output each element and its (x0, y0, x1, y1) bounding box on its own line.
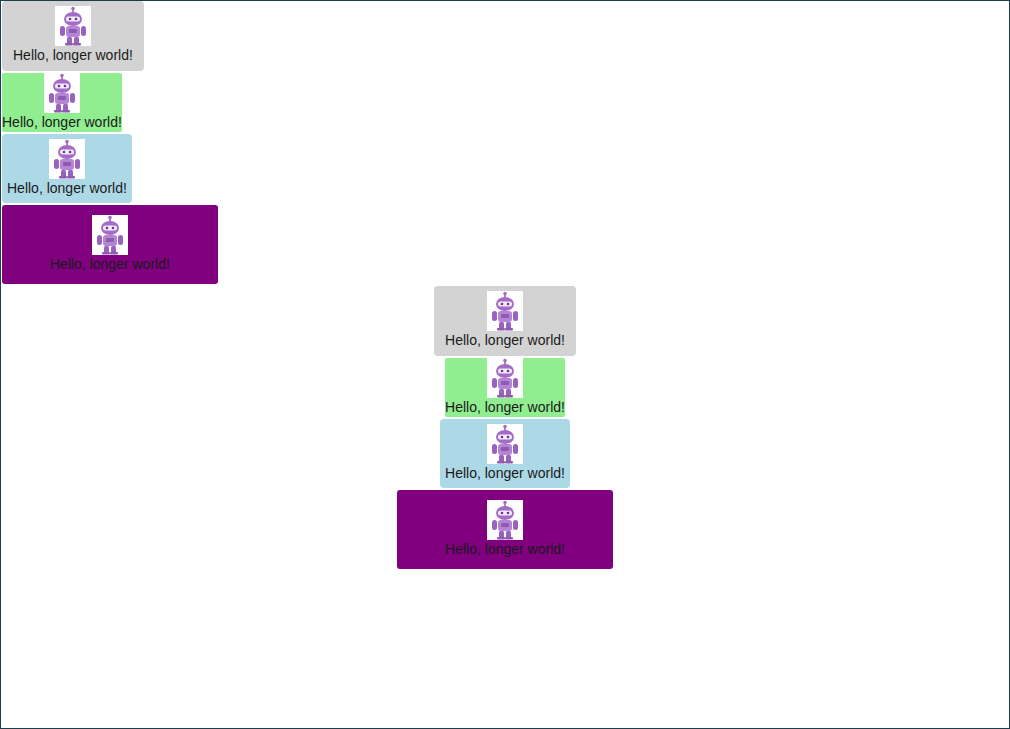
greeting-card: Hello, longer world! (2, 134, 132, 203)
greeting-card: Hello, longer world! (2, 1, 144, 71)
greeting-text: Hello, longer world! (445, 398, 565, 417)
robot-icon (92, 215, 128, 255)
window: Hello, longer world! Hello, longer world!… (0, 0, 1010, 729)
robot-icon (487, 500, 523, 540)
greeting-card: Hello, longer world! (445, 358, 565, 417)
greeting-card: Hello, longer world! (397, 490, 613, 569)
greeting-text: Hello, longer world! (445, 331, 565, 350)
greeting-text: Hello, longer world! (445, 464, 565, 483)
robot-icon (55, 6, 91, 46)
greeting-card: Hello, longer world! (440, 419, 570, 488)
greeting-text: Hello, longer world! (13, 46, 133, 65)
robot-icon (49, 139, 85, 179)
greeting-text: Hello, longer world! (7, 179, 127, 198)
greeting-card: Hello, longer world! (2, 73, 122, 132)
greeting-text: Hello, longer world! (445, 540, 565, 559)
robot-icon (487, 291, 523, 331)
greeting-card: Hello, longer world! (2, 205, 218, 284)
card-group: Hello, longer world! Hello, longer world!… (2, 1, 1008, 284)
greeting-card: Hello, longer world! (434, 286, 576, 356)
robot-icon (487, 424, 523, 464)
greeting-text: Hello, longer world! (50, 255, 170, 274)
greeting-text: Hello, longer world! (2, 113, 122, 132)
robot-icon (44, 73, 80, 113)
robot-icon (487, 358, 523, 398)
card-group: Hello, longer world! Hello, longer world!… (2, 286, 1008, 569)
